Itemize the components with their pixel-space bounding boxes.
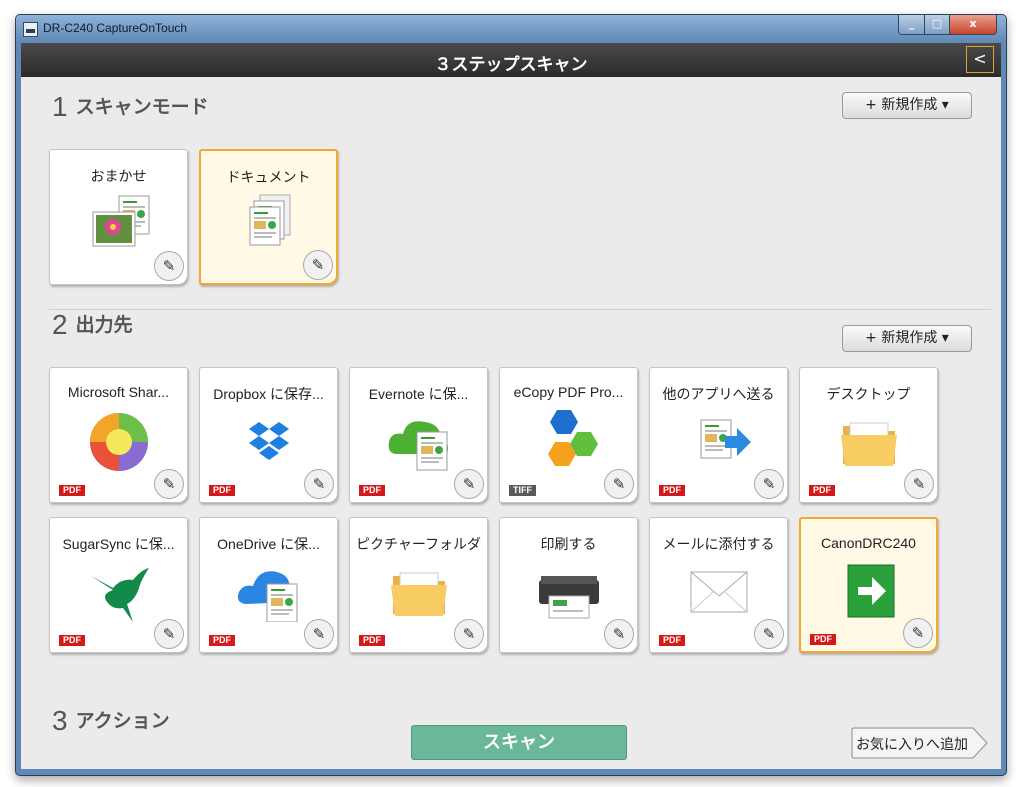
printer-icon xyxy=(533,558,605,622)
format-badge: PDF xyxy=(810,634,836,645)
scanner-app-icon xyxy=(23,22,38,37)
edit-pencil-icon[interactable]: ✎ xyxy=(454,469,484,499)
card-label: SugarSync に保... xyxy=(62,536,175,552)
edit-pencil-icon[interactable]: ✎ xyxy=(154,251,184,281)
close-button[interactable]: x xyxy=(949,15,997,35)
card-label: CanonDRC240 xyxy=(821,535,916,551)
section-number: 3 xyxy=(52,705,68,736)
desktop-folder-icon xyxy=(833,408,905,472)
card-printer[interactable]: 印刷する ✎ xyxy=(499,517,638,653)
card-ecopy-hexagon[interactable]: eCopy PDF Pro... TIFF ✎ xyxy=(499,367,638,503)
card-label: eCopy PDF Pro... xyxy=(513,384,624,400)
page-title: ３ステップスキャン xyxy=(434,55,588,75)
card-mail-envelope[interactable]: メールに添付する PDF ✎ xyxy=(649,517,788,653)
section-number: 1 xyxy=(52,91,68,122)
section-output-title: 2 出力先 xyxy=(52,309,133,341)
card-photo-document[interactable]: おまかせ ✎ xyxy=(49,149,188,285)
pictures-folder-icon xyxy=(383,558,455,622)
section-label: 出力先 xyxy=(75,314,133,336)
section-number: 2 xyxy=(52,309,68,340)
card-pictures-folder[interactable]: ピクチャーフォルダー PDF ✎ xyxy=(349,517,488,653)
card-label: デスクトップ xyxy=(826,386,911,402)
evernote-cloud-icon xyxy=(383,408,455,472)
card-send-to-app[interactable]: 他のアプリへ送る PDF ✎ xyxy=(649,367,788,503)
card-onedrive-cloud[interactable]: OneDrive に保... PDF ✎ xyxy=(199,517,338,653)
ecopy-hexagon-icon xyxy=(533,408,605,472)
send-to-app-icon xyxy=(683,408,755,472)
card-label: メールに添付する xyxy=(662,536,775,552)
sharepoint-icon xyxy=(83,408,155,472)
card-dropbox[interactable]: Dropbox に保存... PDF ✎ xyxy=(199,367,338,503)
format-badge: PDF xyxy=(359,485,385,496)
card-label: Microsoft Shar... xyxy=(67,384,170,400)
card-evernote-cloud[interactable]: Evernote に保... PDF ✎ xyxy=(349,367,488,503)
edit-pencil-icon[interactable]: ✎ xyxy=(754,619,784,649)
edit-pencil-icon[interactable]: ✎ xyxy=(903,618,933,648)
card-label: Evernote に保... xyxy=(368,386,469,402)
minimize-button[interactable]: _ xyxy=(898,15,925,35)
section-scan-mode-title: 1 スキャンモード xyxy=(52,91,209,123)
mail-envelope-icon xyxy=(683,558,755,622)
format-badge: PDF xyxy=(809,485,835,496)
add-favorite-button[interactable]: お気に入りへ追加 xyxy=(851,727,989,759)
card-label: ピクチャーフォルダー xyxy=(356,536,481,552)
card-sugarsync-hummingbird[interactable]: SugarSync に保... PDF ✎ xyxy=(49,517,188,653)
edit-pencil-icon[interactable]: ✎ xyxy=(904,469,934,499)
main-content: 1 スキャンモード + 新規作成 ▾ おまかせ ✎ ドキュメント ✎ 2 出力先 + … xyxy=(21,77,1001,769)
format-badge: PDF xyxy=(209,485,235,496)
scan-mode-new-button[interactable]: + 新規作成 ▾ xyxy=(842,92,972,119)
card-label: OneDrive に保... xyxy=(217,536,320,552)
card-label: おまかせ xyxy=(90,168,147,184)
card-label: ドキュメント xyxy=(226,169,311,185)
document-stack-icon xyxy=(234,191,306,255)
edit-pencil-icon[interactable]: ✎ xyxy=(604,619,634,649)
format-badge: PDF xyxy=(209,635,235,646)
card-label: 印刷する xyxy=(540,536,597,552)
window-title: DR-C240 CaptureOnTouch xyxy=(43,21,188,35)
header-bar: ３ステップスキャン < xyxy=(21,43,1001,77)
edit-pencil-icon[interactable]: ✎ xyxy=(454,619,484,649)
edit-pencil-icon[interactable]: ✎ xyxy=(303,250,333,280)
card-desktop-folder[interactable]: デスクトップ PDF ✎ xyxy=(799,367,938,503)
format-badge: PDF xyxy=(659,485,685,496)
edit-pencil-icon[interactable]: ✎ xyxy=(754,469,784,499)
format-badge: PDF xyxy=(359,635,385,646)
dropbox-icon xyxy=(233,408,305,472)
edit-pencil-icon[interactable]: ✎ xyxy=(604,469,634,499)
scan-button[interactable]: スキャン xyxy=(411,725,627,760)
edit-pencil-icon[interactable]: ✎ xyxy=(304,619,334,649)
format-badge: PDF xyxy=(659,635,685,646)
maximize-button[interactable]: □ xyxy=(924,15,950,35)
edit-pencil-icon[interactable]: ✎ xyxy=(304,469,334,499)
photo-document-icon xyxy=(83,190,155,254)
title-bar: DR-C240 CaptureOnTouch _ □ x xyxy=(16,15,1006,43)
output-new-button[interactable]: + 新規作成 ▾ xyxy=(842,325,972,352)
onedrive-cloud-icon xyxy=(233,558,305,623)
section-divider xyxy=(49,309,991,310)
edit-pencil-icon[interactable]: ✎ xyxy=(154,619,184,649)
section-label: スキャンモード xyxy=(75,96,209,118)
format-badge: PDF xyxy=(59,635,85,646)
app-window: DR-C240 CaptureOnTouch _ □ x ３ステップスキャン <… xyxy=(15,14,1007,776)
card-sharepoint[interactable]: Microsoft Shar... PDF ✎ xyxy=(49,367,188,503)
format-badge: PDF xyxy=(59,485,85,496)
back-button[interactable]: < xyxy=(966,46,994,73)
section-label: アクション xyxy=(75,710,170,732)
card-document-stack[interactable]: ドキュメント ✎ xyxy=(199,149,338,285)
section-action-title: 3 アクション xyxy=(52,705,170,737)
card-label: 他のアプリへ送る xyxy=(662,386,775,402)
card-label: Dropbox に保存... xyxy=(213,386,324,402)
format-badge: TIFF xyxy=(509,485,536,496)
card-green-arrow[interactable]: CanonDRC240 PDF ✎ xyxy=(799,517,938,653)
add-favorite-label: お気に入りへ追加 xyxy=(856,737,968,753)
edit-pencil-icon[interactable]: ✎ xyxy=(154,469,184,499)
green-arrow-icon xyxy=(834,559,906,623)
sugarsync-hummingbird-icon xyxy=(83,558,155,622)
